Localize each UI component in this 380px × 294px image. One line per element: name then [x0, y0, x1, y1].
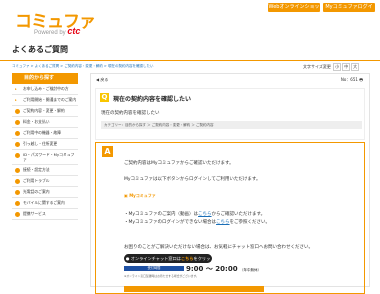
sidebar-heading: 目的から探す: [12, 73, 78, 84]
mycommufa-icon: ▣: [124, 193, 128, 198]
page-title: よくあるご質問: [12, 45, 68, 54]
back-button[interactable]: ◀ 戻る: [96, 77, 108, 83]
font-size-medium-button[interactable]: 中: [342, 63, 351, 71]
sidebar-item[interactable]: 引っ越し・住所変更: [12, 139, 78, 150]
sidebar-item[interactable]: ご契約内容・変更・解約: [12, 106, 78, 117]
sidebar-item[interactable]: 料金・お支払い: [12, 117, 78, 128]
chevron-right-icon: ›: [351, 13, 354, 19]
chevron-right-icon: ›: [296, 13, 299, 19]
cta-bar[interactable]: [124, 286, 264, 292]
category-icon: [15, 142, 20, 147]
web-shop-button[interactable]: Webオンラインショップ ›: [268, 3, 320, 19]
back-arrow-icon: ◀: [96, 77, 100, 82]
sidebar-item[interactable]: 提携サービス: [12, 209, 78, 220]
sidebar-item[interactable]: ID・パスワード・Myコミュファ: [12, 150, 78, 165]
faq-main-panel: ◀ 戻る No：651 🖶 Q 現在の契約内容を確認したい 現在の契約内容を確認…: [90, 73, 370, 294]
sidebar-item[interactable]: ▸ お申し込み・ご検討中の方: [12, 84, 78, 95]
font-size-large-button[interactable]: 大: [351, 63, 360, 71]
answer-line-2: Myコミュファは以下ボタンからログインしてご利用いただけます。: [124, 177, 261, 182]
answer-bullet-video: ・Myコミュファのご案内（動画）はこちらからご確認いただけます。: [124, 212, 266, 217]
answer-line-1: ご契約内容はMyコミュファからご確認いただけます。: [124, 161, 234, 166]
ctc-brand: ctc: [67, 26, 81, 36]
breadcrumb[interactable]: コミュファ > よくあるご質問 > ご契約内容・変更・解約 > 現在の契約内容を…: [12, 64, 153, 69]
business-hours: 9:00 ～ 20:00 （年中無休）: [186, 265, 262, 273]
login-help-link[interactable]: こちら: [216, 220, 230, 225]
category-icon: [15, 153, 20, 158]
hours-label: 受付時間: [124, 266, 184, 271]
sidebar-item[interactable]: ▸ ご利用開始・開通までのご案内: [12, 95, 78, 106]
category-icon: [15, 109, 20, 114]
answer-badge: A: [102, 146, 113, 157]
category-icon: [15, 179, 20, 184]
question-description: 現在の契約内容を確認したい: [101, 111, 160, 116]
mycommufa-login-button[interactable]: Myコミュファログイン ›: [323, 3, 375, 19]
question-box: Q 現在の契約内容を確認したい 現在の契約内容を確認したい カテゴリー：目的から…: [95, 88, 365, 140]
font-size-switcher: 文字サイズ変更 小中大: [303, 63, 360, 71]
mycommufa-logo-button[interactable]: ▣ Myコミュファ: [124, 193, 156, 199]
print-icon[interactable]: 🖶: [359, 77, 363, 82]
logo-powered-by: Powered by ctc: [34, 26, 81, 36]
sidebar-item[interactable]: 接続・設定方法: [12, 165, 78, 176]
category-icon: [15, 120, 20, 125]
video-guide-link[interactable]: こちら: [198, 212, 212, 217]
question-badge: Q: [100, 93, 109, 102]
online-chat-button[interactable]: ● オンラインチャット窓口はこちらをクリック: [124, 254, 212, 270]
font-size-small-button[interactable]: 小: [333, 63, 342, 71]
answer-bullet-login: ・Myコミュファのログインができない場合はこちらをご参照ください。: [124, 220, 271, 225]
fine-print: ※オンライン窓口混雑時はお待たせする場合がございます。: [124, 274, 199, 278]
sidebar-item[interactable]: モバイルに関するご案内: [12, 198, 78, 209]
faq-number: No：651 🖶: [340, 77, 363, 82]
header-divider: [0, 60, 380, 61]
arrow-icon: ▸: [15, 98, 17, 102]
category-icon: [15, 190, 20, 195]
font-size-label: 文字サイズ変更: [303, 64, 331, 69]
arrow-icon: ▸: [15, 87, 17, 91]
category-icon: [15, 201, 20, 206]
category-icon: [15, 212, 20, 217]
category-path[interactable]: カテゴリー：目的から探す ＞ ご契約内容・変更・解約 ＞ ご契約内容: [101, 121, 362, 129]
sidebar-item[interactable]: ご利用トラブル: [12, 176, 78, 187]
sidebar-item[interactable]: 光電話のご案内: [12, 187, 78, 198]
answer-box: A ご契約内容はMyコミュファからご確認いただけます。 Myコミュファは以下ボタ…: [95, 142, 365, 294]
category-icon: [15, 168, 20, 173]
question-title: 現在の契約内容を確認したい: [113, 96, 192, 103]
category-icon: [15, 131, 20, 136]
sidebar: 目的から探す ▸ お申し込み・ご検討中の方 ▸ ご利用開始・開通までのご案内 ご契約…: [12, 73, 78, 220]
sidebar-item[interactable]: ご利用中の機器・故障: [12, 128, 78, 139]
chat-intro: お困りのことがご解決いただけない場合は、お気軽にチャット窓口へお問い合わせくださ…: [124, 245, 313, 250]
chat-bubble-icon: ●: [125, 256, 130, 261]
